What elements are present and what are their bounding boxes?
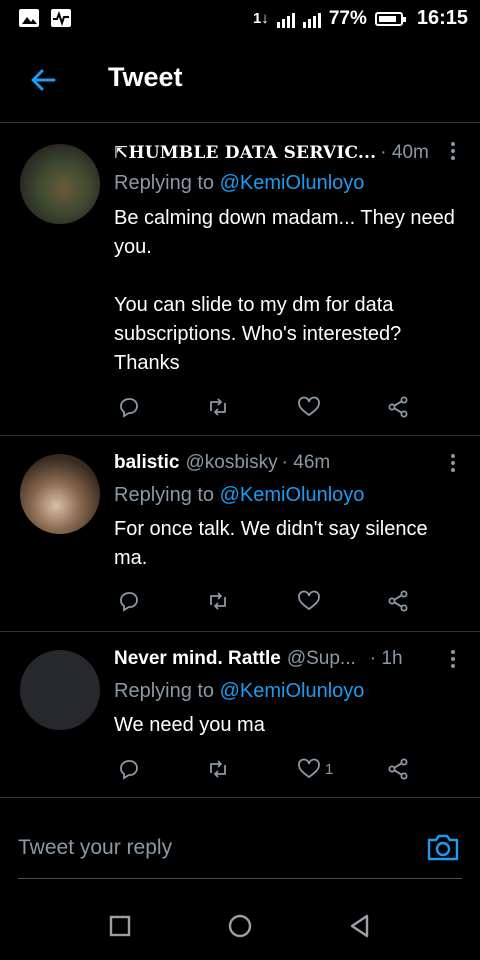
- tweet-item[interactable]: ⇱HUMBLE DATA SERVIC... · 40m Replying to…: [0, 130, 480, 435]
- mention-link[interactable]: @KemiOlunloyo: [220, 172, 365, 194]
- author-name[interactable]: balistic: [114, 452, 179, 474]
- heart-icon: [298, 396, 320, 417]
- share-icon: [388, 396, 408, 418]
- reply-button[interactable]: [117, 392, 141, 422]
- image-notification-icon: [19, 9, 39, 27]
- tweet-actions: 1: [114, 754, 434, 784]
- share-button[interactable]: [386, 392, 410, 422]
- retweet-button[interactable]: [206, 392, 230, 422]
- author-handle[interactable]: @kosbisky: [185, 452, 277, 474]
- share-button[interactable]: [386, 586, 410, 616]
- share-button[interactable]: [386, 754, 410, 784]
- tweet-actions: [114, 392, 434, 422]
- battery-percent: 77%: [328, 7, 367, 29]
- reply-button[interactable]: [117, 586, 141, 616]
- heart-icon: [298, 590, 320, 611]
- retweet-icon: [210, 398, 226, 416]
- system-nav-bar: [0, 890, 480, 960]
- avatar[interactable]: [20, 454, 100, 534]
- retweet-icon: [210, 760, 226, 778]
- like-button[interactable]: [297, 392, 325, 422]
- heart-icon: [298, 758, 320, 779]
- avatar[interactable]: [20, 650, 100, 730]
- avatar[interactable]: [20, 144, 100, 224]
- replying-to-label: Replying to: [114, 172, 220, 194]
- back-nav-icon[interactable]: [346, 912, 374, 940]
- mention-link[interactable]: @KemiOlunloyo: [220, 484, 365, 506]
- tweet-time: · 40m: [380, 142, 429, 163]
- mention-link[interactable]: @KemiOlunloyo: [220, 680, 365, 702]
- author-name[interactable]: Never mind. Rattle: [114, 648, 281, 670]
- replying-to: Replying to @KemiOlunloyo: [114, 172, 364, 195]
- reply-icon: [120, 760, 138, 780]
- battery-icon: [374, 11, 406, 26]
- tweet-actions: [114, 586, 434, 616]
- author-handle[interactable]: @Sup...: [287, 648, 356, 670]
- author-name[interactable]: ⇱HUMBLE DATA SERVIC...: [114, 143, 376, 163]
- signal-icon: [276, 10, 295, 28]
- tweet-text: Be calming down madam... They need you. …: [114, 207, 455, 374]
- replying-to: Replying to @KemiOlunloyo: [114, 680, 364, 703]
- home-icon[interactable]: [226, 912, 254, 940]
- reply-bar: Tweet your reply: [0, 810, 480, 880]
- back-arrow-icon[interactable]: [24, 60, 64, 100]
- share-icon: [388, 758, 408, 780]
- signal-icon: [302, 10, 321, 28]
- reply-icon: [120, 398, 138, 418]
- like-count: 1: [325, 760, 334, 778]
- like-button[interactable]: [297, 586, 325, 616]
- network-indicator: 1↓: [252, 10, 269, 27]
- reply-icon: [120, 592, 138, 612]
- retweet-button[interactable]: [206, 586, 230, 616]
- header-divider: [0, 122, 480, 123]
- reply-button[interactable]: [117, 754, 141, 784]
- clock: 16:15: [416, 7, 468, 29]
- reply-underline: [18, 878, 462, 879]
- replying-to-label: Replying to: [114, 484, 220, 506]
- tweet-text: We need you ma: [114, 714, 265, 736]
- more-options-icon[interactable]: [450, 650, 456, 670]
- replying-to-label: Replying to: [114, 680, 220, 702]
- reply-input[interactable]: Tweet your reply: [18, 836, 172, 860]
- activity-notification-icon: [51, 9, 71, 27]
- tweet-time: · 46m: [281, 452, 331, 473]
- more-options-icon[interactable]: [450, 454, 456, 474]
- tweet-item[interactable]: balistic @kosbisky · 46m Replying to @Ke…: [0, 436, 480, 631]
- more-options-icon[interactable]: [450, 142, 456, 162]
- app-header: Tweet: [0, 38, 480, 120]
- tweet-divider: [0, 797, 480, 798]
- retweet-icon: [210, 592, 226, 610]
- camera-icon[interactable]: [426, 830, 460, 864]
- replying-to: Replying to @KemiOlunloyo: [114, 484, 364, 507]
- tweet-text: For once talk. We didn't say silence ma.: [114, 518, 428, 569]
- page-title: Tweet: [108, 62, 183, 92]
- status-bar: 1↓ 77% 16:15: [0, 0, 480, 38]
- tweet-item[interactable]: Never mind. Rattle @Sup... · 1h Replying…: [0, 632, 480, 797]
- tweet-time: · 1h: [369, 648, 403, 669]
- share-icon: [388, 590, 408, 612]
- like-button[interactable]: 1: [297, 754, 333, 784]
- recent-apps-icon[interactable]: [106, 912, 134, 940]
- retweet-button[interactable]: [206, 754, 230, 784]
